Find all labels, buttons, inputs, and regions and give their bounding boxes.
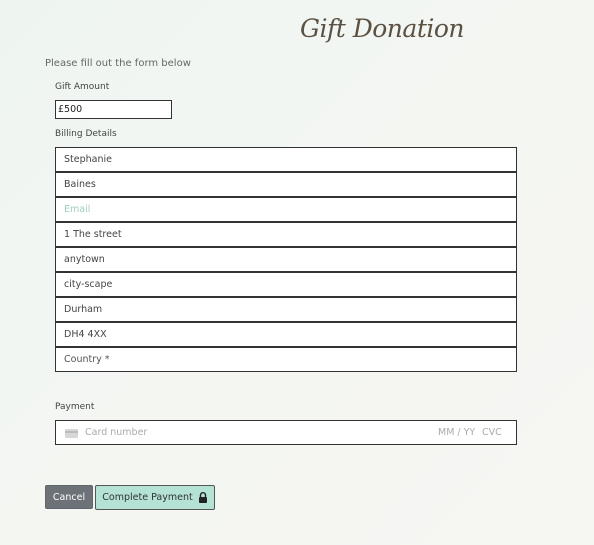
form-intro: Please fill out the form below — [45, 58, 191, 69]
city-input[interactable] — [55, 272, 517, 297]
first-name-input[interactable] — [55, 147, 517, 172]
email-input[interactable] — [55, 197, 517, 222]
lock-icon — [198, 492, 207, 503]
card-input[interactable]: Card number MM / YY CVC — [55, 420, 517, 445]
gift-amount-input[interactable] — [55, 100, 172, 119]
billing-details-fields — [55, 147, 517, 372]
county-input[interactable] — [55, 297, 517, 322]
card-number-placeholder[interactable]: Card number — [85, 427, 147, 438]
street-address-input[interactable] — [55, 222, 517, 247]
last-name-input[interactable] — [55, 172, 517, 197]
gift-amount-label: Gift Amount — [55, 82, 110, 92]
town-input[interactable] — [55, 247, 517, 272]
payment-label: Payment — [55, 402, 95, 412]
card-cvc-placeholder[interactable]: CVC — [482, 427, 502, 438]
billing-details-label: Billing Details — [55, 129, 117, 139]
cancel-button-label: Cancel — [52, 491, 86, 503]
card-expiry-placeholder[interactable]: MM / YY — [438, 427, 475, 438]
complete-payment-button[interactable]: Complete Payment — [95, 485, 215, 510]
cancel-button[interactable]: Cancel — [45, 485, 93, 509]
postcode-input[interactable] — [55, 322, 517, 347]
credit-card-icon — [65, 429, 78, 438]
country-input[interactable] — [55, 347, 517, 372]
page-title: Gift Donation — [300, 14, 465, 43]
complete-payment-label: Complete Payment — [102, 492, 193, 503]
